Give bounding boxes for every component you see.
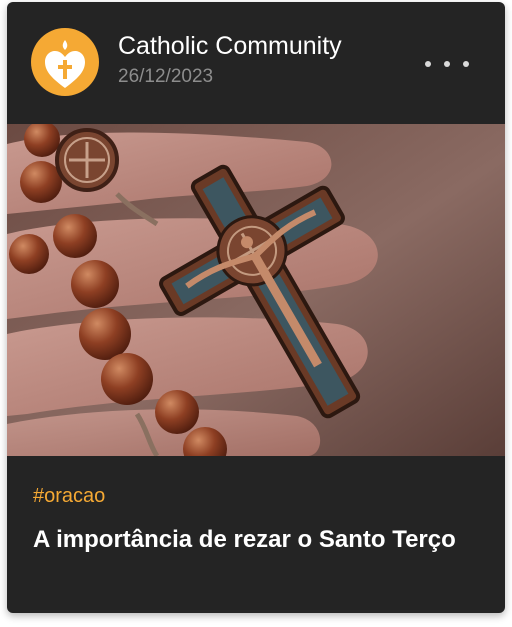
rosary-crucifix-image	[7, 124, 505, 456]
more-dots-icon	[444, 61, 450, 67]
more-options-button[interactable]	[425, 52, 469, 76]
post-card[interactable]: Catholic Community 26/12/2023 #oracao A …	[7, 2, 505, 613]
more-dots-icon	[425, 61, 431, 67]
more-dots-icon	[463, 61, 469, 67]
community-avatar[interactable]	[31, 28, 99, 96]
post-image[interactable]	[7, 124, 505, 456]
community-name[interactable]: Catholic Community	[118, 32, 342, 61]
sacred-heart-icon	[45, 40, 85, 88]
post-title[interactable]: A importância de rezar o Santo Terço	[33, 524, 473, 555]
post-header: Catholic Community 26/12/2023	[7, 2, 505, 124]
post-hashtag[interactable]: #oracao	[33, 485, 105, 508]
post-date: 26/12/2023	[118, 66, 214, 87]
